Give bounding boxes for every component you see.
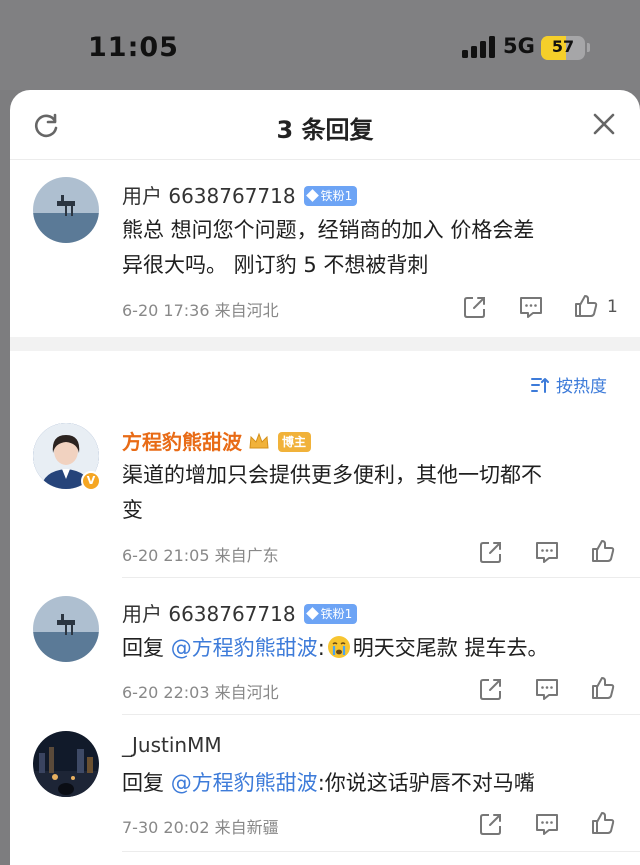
- username-text[interactable]: _JustinMM: [122, 733, 222, 757]
- replies-sheet: 3 条回复 用户 6638767718 铁粉1 熊总 想问您个问题，经销商的加入 …: [10, 90, 640, 865]
- username-text[interactable]: 用户 6638767718: [122, 602, 296, 626]
- reply-username[interactable]: _JustinMM: [122, 733, 222, 757]
- comment-username[interactable]: 用户 6638767718 铁粉1: [122, 180, 358, 209]
- reply-message: :你说这话驴唇不对马嘴: [317, 771, 535, 795]
- reply-username[interactable]: 方程豹熊甜波 博主: [122, 426, 312, 455]
- fan-badge: 铁粉1: [303, 603, 358, 624]
- signal-icon: [462, 36, 496, 58]
- crying-face-emoji: [327, 636, 350, 658]
- sheet-title: 3 条回复: [276, 116, 374, 144]
- verified-v-icon: V: [81, 471, 101, 491]
- status-time: 11:05: [88, 32, 179, 63]
- comment-meta: 6-20 17:36 来自河北: [122, 301, 279, 320]
- reply-prefix: 回复: [122, 636, 171, 660]
- share-icon[interactable]: [478, 811, 504, 837]
- reply-meta: 6-20 21:05 来自广东: [122, 546, 279, 565]
- avatar[interactable]: [33, 177, 99, 243]
- battery-icon: 57: [541, 36, 585, 60]
- share-icon[interactable]: [462, 294, 488, 320]
- thumbs-up-icon[interactable]: [573, 293, 599, 319]
- comment-icon[interactable]: [518, 294, 544, 320]
- fan-badge-label: 铁粉1: [320, 188, 353, 203]
- section-gap: [10, 337, 640, 351]
- reply-message: 明天交尾款 提车去。: [352, 636, 549, 660]
- battery-tip: [587, 43, 590, 52]
- thumbs-up-icon[interactable]: [590, 538, 616, 564]
- crown-icon: [249, 432, 269, 448]
- username-text[interactable]: 用户 6638767718: [122, 184, 296, 208]
- divider: [122, 577, 640, 578]
- thumbs-up-icon[interactable]: [590, 810, 616, 836]
- comment-icon[interactable]: [534, 811, 560, 837]
- avatar[interactable]: [33, 731, 99, 797]
- reply-meta: 6-20 22:03 来自河北: [122, 683, 279, 702]
- divider: [122, 714, 640, 715]
- sort-icon: [531, 378, 549, 393]
- comment-text-line1: 熊总 想问您个问题，经销商的加入 价格会差: [122, 218, 535, 242]
- network-type: 5G: [503, 34, 535, 58]
- comment-text-line2: 异很大吗。 刚订豹 5 不想被背刺: [122, 253, 429, 277]
- reply-text-line1: 渠道的增加只会提供更多便利，其他一切都不: [122, 463, 542, 487]
- reply-text: 回复 @方程豹熊甜波: 明天交尾款 提车去。: [122, 631, 548, 665]
- sort-label[interactable]: 按热度: [556, 377, 607, 397]
- share-icon[interactable]: [478, 676, 504, 702]
- mention-link[interactable]: @方程豹熊甜波: [171, 771, 318, 795]
- fan-badge-label: 铁粉1: [320, 606, 353, 621]
- avatar[interactable]: [33, 596, 99, 662]
- share-icon[interactable]: [478, 539, 504, 565]
- colon: :: [317, 636, 325, 660]
- sort-button[interactable]: 按热度: [530, 372, 607, 397]
- status-bar: 11:05 5G 57: [0, 0, 640, 90]
- thumbs-up-icon[interactable]: [590, 675, 616, 701]
- comment-icon[interactable]: [534, 539, 560, 565]
- reply-text: 回复 @方程豹熊甜波:你说这话驴唇不对马嘴: [122, 766, 535, 800]
- battery-level: 57: [551, 37, 575, 56]
- fan-badge: 铁粉1: [303, 185, 358, 206]
- mention-link[interactable]: @方程豹熊甜波: [171, 636, 318, 660]
- divider: [122, 851, 640, 852]
- reply-prefix: 回复: [122, 771, 171, 795]
- host-badge: 博主: [278, 431, 312, 452]
- reply-meta: 7-30 20:02 来自新疆: [122, 818, 279, 837]
- username-text[interactable]: 方程豹熊甜波: [122, 430, 242, 454]
- close-icon[interactable]: [592, 112, 616, 136]
- like-count: 1: [607, 297, 618, 317]
- reply-username[interactable]: 用户 6638767718 铁粉1: [122, 598, 358, 627]
- reply-text-line2: 变: [122, 498, 143, 522]
- sheet-header: 3 条回复: [10, 90, 640, 160]
- comment-icon[interactable]: [534, 676, 560, 702]
